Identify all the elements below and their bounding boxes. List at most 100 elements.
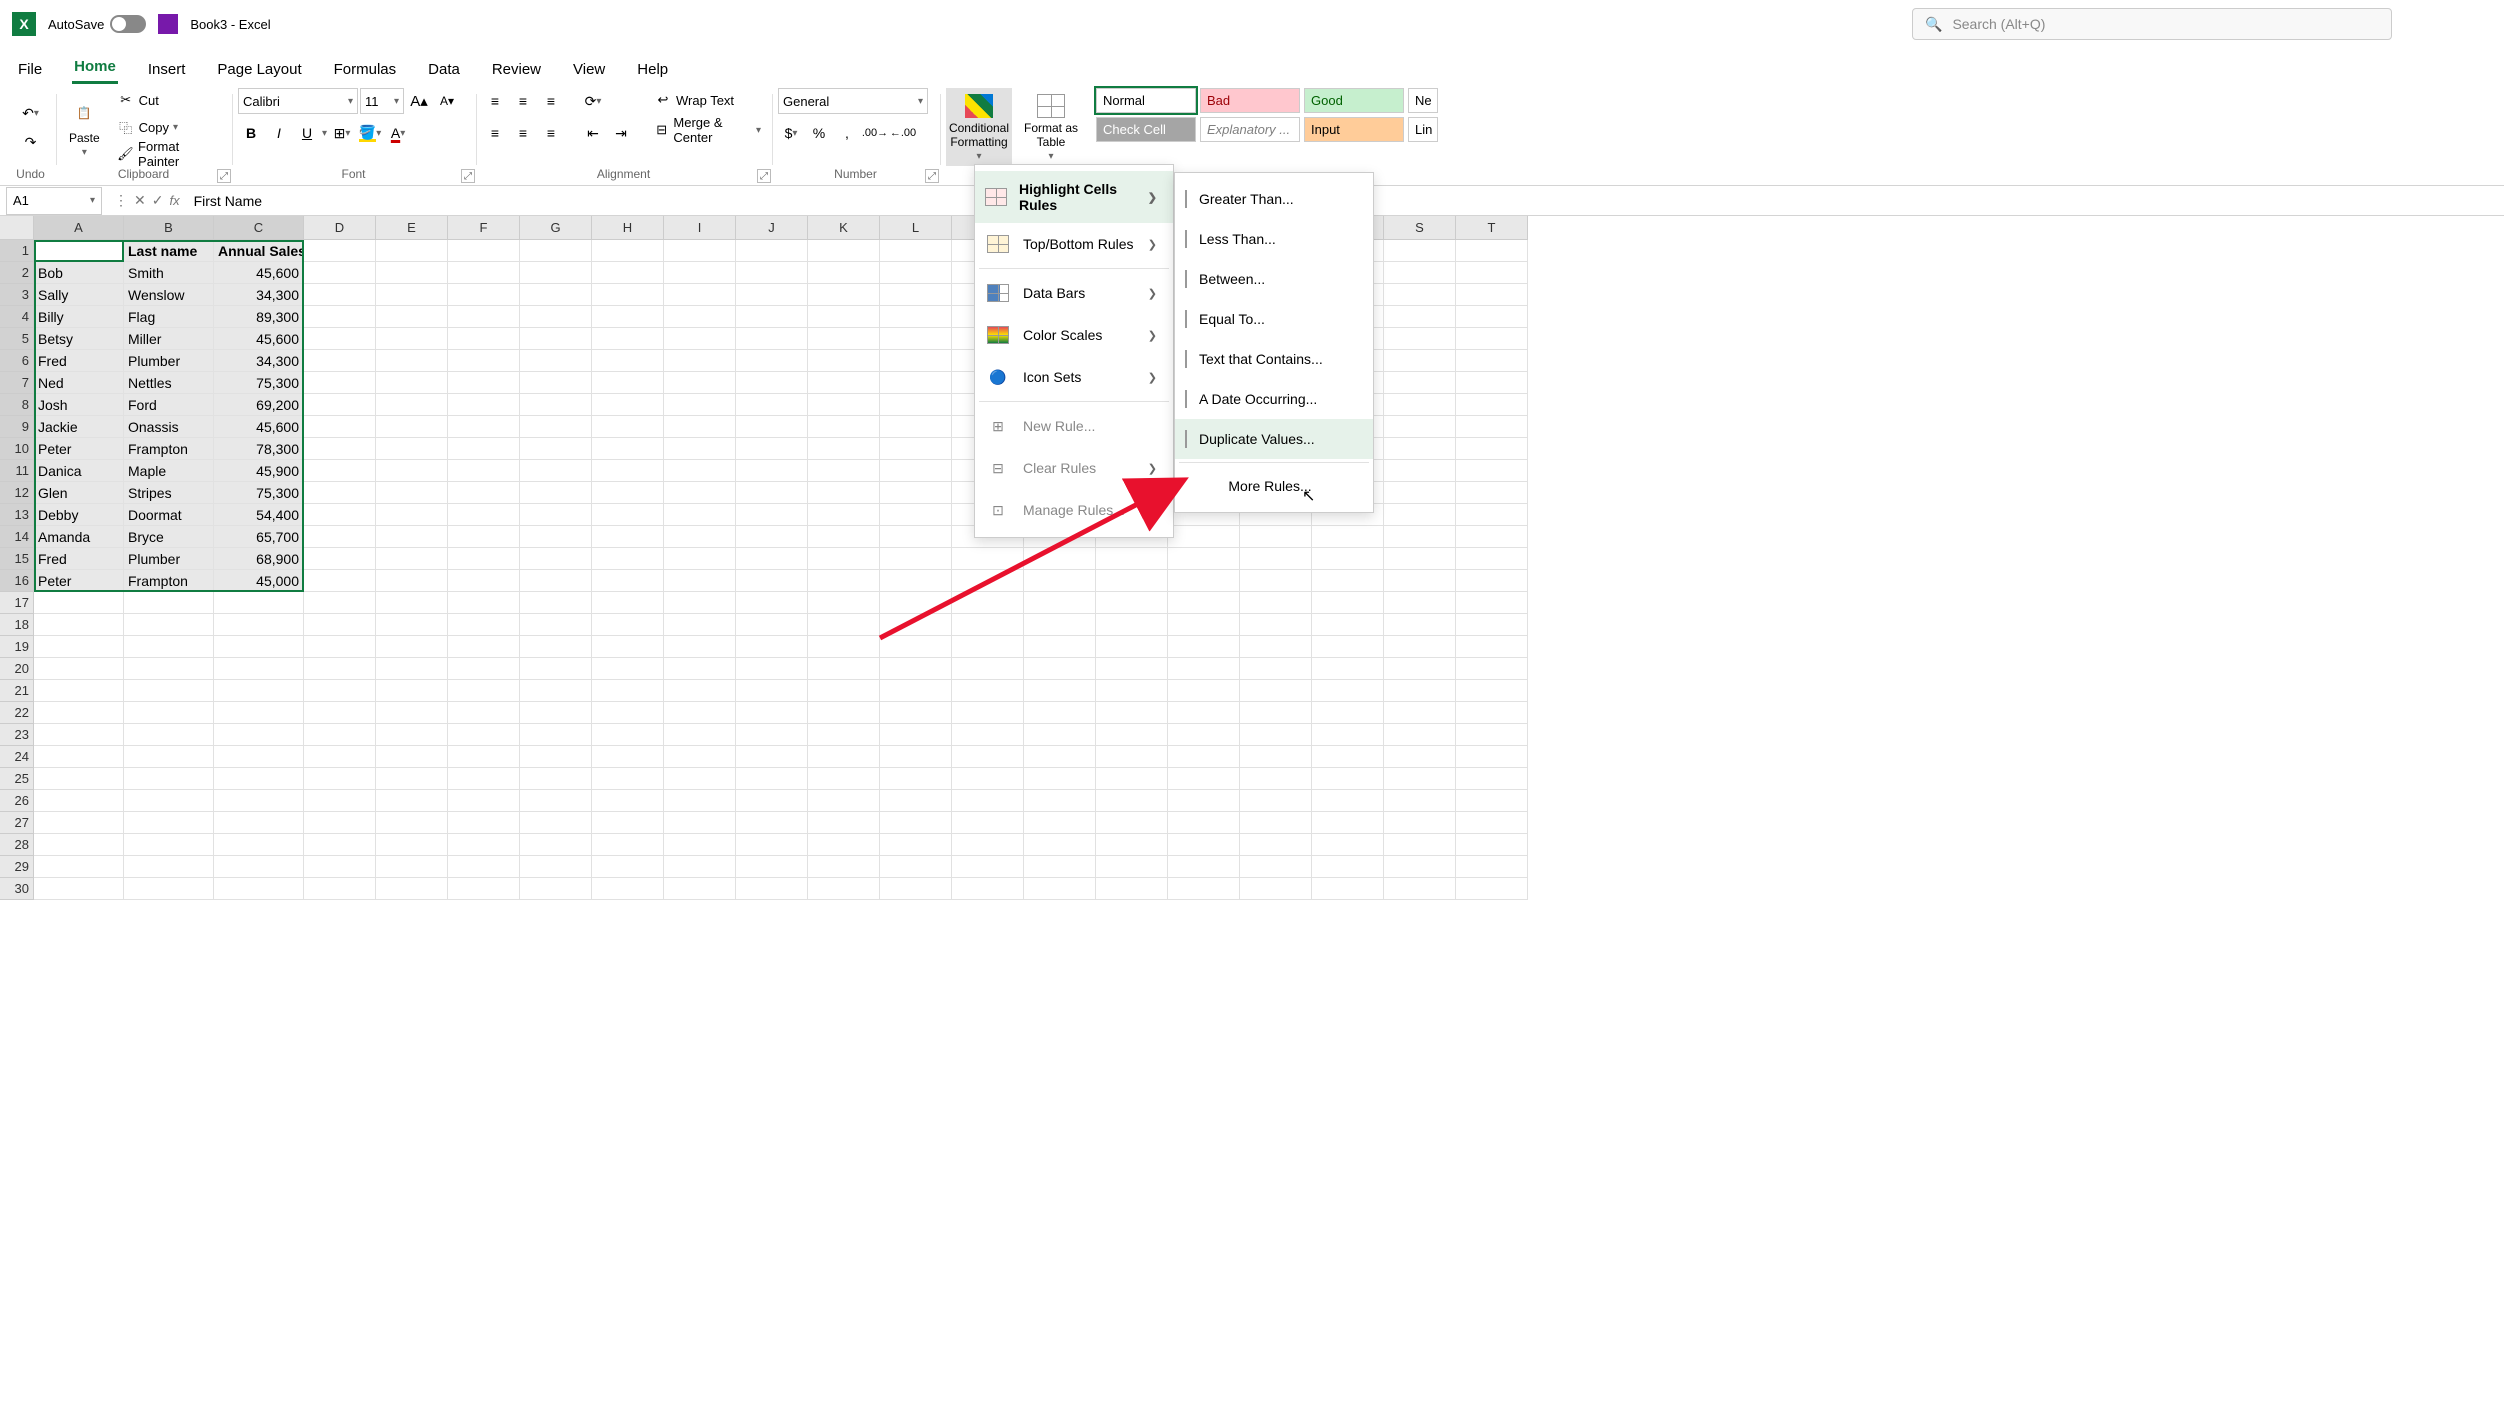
row-header[interactable]: 10 [0, 438, 34, 460]
cell[interactable] [34, 636, 124, 658]
cell[interactable] [592, 856, 664, 878]
cell[interactable] [1312, 834, 1384, 856]
cell[interactable] [34, 724, 124, 746]
cell[interactable] [214, 834, 304, 856]
decrease-font-icon[interactable]: A▾ [434, 88, 460, 114]
cell[interactable] [1384, 746, 1456, 768]
cell[interactable] [808, 834, 880, 856]
cell[interactable] [1384, 834, 1456, 856]
cell[interactable] [1456, 526, 1528, 548]
cell[interactable] [808, 614, 880, 636]
cell[interactable]: 34,300 [214, 350, 304, 372]
save-icon[interactable] [158, 14, 178, 34]
cell[interactable] [304, 482, 376, 504]
cell[interactable] [1096, 636, 1168, 658]
cell[interactable] [880, 306, 952, 328]
cell[interactable] [1168, 570, 1240, 592]
cell[interactable] [448, 746, 520, 768]
cell[interactable] [448, 284, 520, 306]
cell[interactable] [592, 614, 664, 636]
cell[interactable] [1456, 306, 1528, 328]
redo-button[interactable]: ↷ [18, 129, 44, 155]
cell[interactable] [880, 636, 952, 658]
cell[interactable] [1312, 790, 1384, 812]
cell[interactable] [448, 504, 520, 526]
cell[interactable] [1168, 724, 1240, 746]
cell[interactable] [124, 614, 214, 636]
row-header[interactable]: 20 [0, 658, 34, 680]
cell[interactable] [34, 790, 124, 812]
cell[interactable] [592, 570, 664, 592]
cell[interactable] [1384, 702, 1456, 724]
cell[interactable] [520, 394, 592, 416]
cell[interactable] [880, 658, 952, 680]
cell[interactable] [736, 482, 808, 504]
cell[interactable] [376, 680, 448, 702]
row-header[interactable]: 12 [0, 482, 34, 504]
cell[interactable] [376, 460, 448, 482]
cell[interactable] [1312, 724, 1384, 746]
cell[interactable] [1456, 504, 1528, 526]
cell[interactable] [376, 306, 448, 328]
cell[interactable] [448, 614, 520, 636]
cell[interactable] [304, 328, 376, 350]
cell[interactable] [376, 548, 448, 570]
cell[interactable] [1168, 790, 1240, 812]
col-header[interactable]: L [880, 216, 952, 240]
cell[interactable] [1384, 614, 1456, 636]
cell[interactable] [448, 878, 520, 900]
row-header[interactable]: 24 [0, 746, 34, 768]
cell[interactable] [1240, 724, 1312, 746]
cell[interactable] [952, 746, 1024, 768]
cell[interactable] [520, 372, 592, 394]
cell[interactable] [124, 702, 214, 724]
cell[interactable] [808, 262, 880, 284]
border-button[interactable]: ⊞▾ [329, 120, 355, 146]
cell[interactable]: Glen [34, 482, 124, 504]
cell[interactable] [34, 680, 124, 702]
cell[interactable] [808, 702, 880, 724]
cell[interactable] [808, 350, 880, 372]
cell[interactable] [808, 306, 880, 328]
cell[interactable] [448, 372, 520, 394]
cell[interactable] [1312, 856, 1384, 878]
cell[interactable] [1384, 856, 1456, 878]
row-header[interactable]: 2 [0, 262, 34, 284]
comma-icon[interactable]: , [834, 120, 860, 146]
cell[interactable] [1168, 592, 1240, 614]
cell[interactable] [304, 284, 376, 306]
row-header[interactable]: 11 [0, 460, 34, 482]
cell[interactable] [214, 856, 304, 878]
cell[interactable]: Debby [34, 504, 124, 526]
cell[interactable] [304, 680, 376, 702]
cell[interactable] [592, 416, 664, 438]
cell[interactable] [664, 482, 736, 504]
cell[interactable]: Doormat [124, 504, 214, 526]
cell[interactable] [1024, 768, 1096, 790]
cell[interactable]: Fred [34, 350, 124, 372]
cell[interactable] [880, 460, 952, 482]
cell[interactable] [376, 658, 448, 680]
cell[interactable] [520, 724, 592, 746]
cell[interactable] [1384, 372, 1456, 394]
cell[interactable] [1456, 790, 1528, 812]
cell[interactable] [952, 636, 1024, 658]
orientation-icon[interactable]: ⟳▾ [580, 88, 606, 114]
cell[interactable] [376, 504, 448, 526]
cell[interactable] [1384, 416, 1456, 438]
cell[interactable] [952, 680, 1024, 702]
cell[interactable] [808, 856, 880, 878]
cell[interactable]: Miller [124, 328, 214, 350]
cell[interactable] [592, 504, 664, 526]
cell[interactable] [952, 768, 1024, 790]
cell[interactable] [880, 372, 952, 394]
cell[interactable] [664, 548, 736, 570]
cell[interactable] [376, 790, 448, 812]
cell[interactable] [304, 416, 376, 438]
cell[interactable] [1456, 262, 1528, 284]
cell[interactable] [880, 240, 952, 262]
cell[interactable] [1096, 592, 1168, 614]
cell[interactable] [1168, 680, 1240, 702]
cell[interactable] [664, 284, 736, 306]
menu-data-bars[interactable]: Data Bars ❯ [975, 272, 1173, 314]
